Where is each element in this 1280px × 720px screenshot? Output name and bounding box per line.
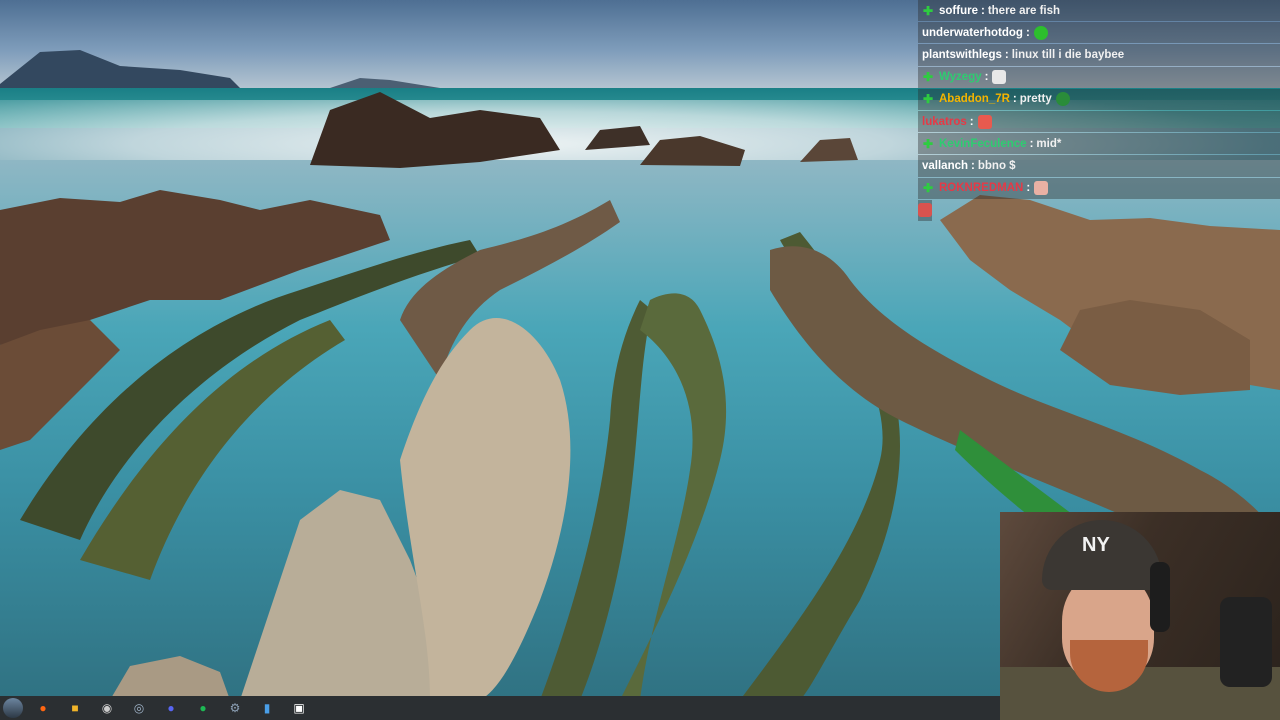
microphone (1220, 597, 1272, 687)
chat-message: ✚ ROKNREDMAN: (918, 177, 1280, 199)
webcam-feed: NY (1000, 512, 1280, 720)
document-icon[interactable]: ▮ (256, 697, 278, 719)
app-icon[interactable]: ▣ (288, 697, 310, 719)
settings-icon[interactable]: ⚙ (224, 697, 246, 719)
emote-icon (992, 70, 1007, 85)
chat-text: there are fish (987, 4, 1061, 17)
emote-icon (1055, 92, 1070, 107)
chat-username: Wyzegy (939, 71, 982, 84)
taskbar: ● ■ ◉ ◎ ● ● ⚙ ▮ ▣ (0, 696, 1000, 720)
emote-icon (977, 114, 992, 129)
chat-text: bbno $ (977, 159, 1016, 172)
folder-icon[interactable]: ■ (64, 697, 86, 719)
chat-message: ✚ KevinFeculence: mid* (918, 133, 1280, 155)
chat-username: ROKNREDMAN (939, 182, 1024, 195)
chat-message: underwaterhotdog: (918, 22, 1280, 44)
chat-message: vallanch: bbno $ (918, 155, 1280, 177)
cap-logo: NY (1082, 534, 1110, 556)
chat-username: KevinFeculence (939, 137, 1027, 150)
chat-username: plantswithlegs (922, 48, 1002, 61)
chat-username: soffure (939, 4, 978, 17)
headphones (1150, 562, 1170, 632)
chat-text: linux till i die baybee (1011, 48, 1125, 61)
chat-overlay: ✚ soffure: there are fish underwaterhotd… (918, 0, 1280, 222)
chat-username: underwaterhotdog (922, 26, 1023, 39)
user-avatar[interactable] (3, 698, 23, 718)
chat-username: vallanch (922, 159, 969, 172)
chat-message (918, 199, 932, 221)
obs-icon[interactable]: ◉ (96, 697, 118, 719)
firefox-icon[interactable]: ● (32, 697, 54, 719)
subscriber-badge-icon: ✚ (922, 136, 934, 151)
chat-username: Abaddon_7R (939, 93, 1010, 106)
steam-icon[interactable]: ◎ (128, 697, 150, 719)
subscriber-badge-icon: ✚ (922, 181, 934, 196)
chat-message: ✚ Abaddon_7R: pretty (918, 88, 1280, 110)
emote-icon (1034, 181, 1049, 196)
subscriber-badge-icon: ✚ (922, 3, 934, 18)
chat-message: ✚ soffure: there are fish (918, 0, 1280, 22)
emote-icon (1033, 25, 1048, 40)
chat-message: lukatros: (918, 110, 1280, 133)
chat-username: lukatros (922, 115, 967, 128)
chat-text: pretty (1019, 93, 1052, 106)
chat-message: ✚ Wyzegy: (918, 66, 1280, 88)
emote-icon (918, 203, 932, 218)
subscriber-badge-icon: ✚ (922, 92, 934, 107)
chat-message: plantswithlegs: linux till i die baybee (918, 44, 1280, 66)
spotify-icon[interactable]: ● (192, 697, 214, 719)
discord-icon[interactable]: ● (160, 697, 182, 719)
chat-text: mid* (1036, 137, 1062, 150)
subscriber-badge-icon: ✚ (922, 70, 934, 85)
